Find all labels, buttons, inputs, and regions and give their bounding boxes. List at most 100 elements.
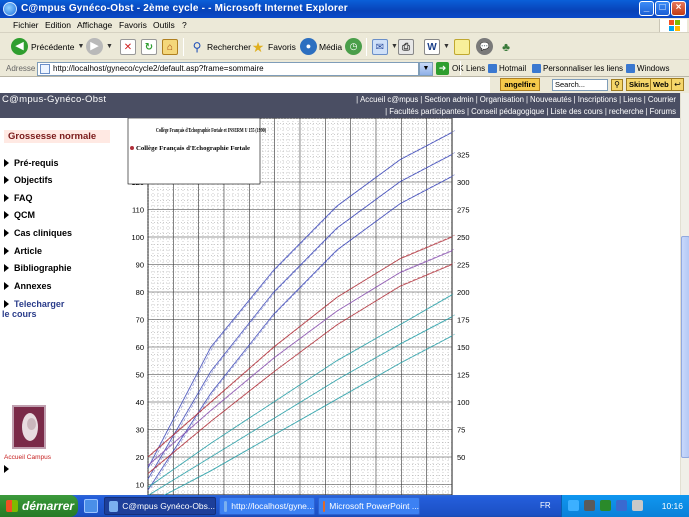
sidebar-item-annexes[interactable]: Annexes xyxy=(4,281,52,291)
scrollbar-thumb[interactable] xyxy=(681,236,689,458)
mail-button[interactable]: ✉ ▼ xyxy=(372,37,398,56)
section-title: Grossesse normale xyxy=(4,130,110,143)
start-label: démarrer xyxy=(22,499,75,513)
sidebar-item-objectifs[interactable]: Objectifs xyxy=(4,175,53,185)
task-localhost[interactable]: http://localhost/gyne... xyxy=(219,497,315,515)
y-right-tick-label: 175 xyxy=(457,316,470,325)
nav-link[interactable]: Nouveautés xyxy=(528,95,574,104)
security-icon[interactable] xyxy=(600,500,611,511)
stop-button[interactable]: ✕ xyxy=(120,37,136,56)
minimize-button[interactable]: _ xyxy=(639,1,654,16)
nav-link[interactable]: recherche xyxy=(607,107,646,116)
menu-favoris[interactable]: Favoris xyxy=(119,20,147,30)
nav-link[interactable]: Liste des cours xyxy=(548,107,604,116)
sidebar-item-qcm[interactable]: QCM xyxy=(4,210,35,220)
notes-button[interactable] xyxy=(454,37,470,56)
link-personnaliser-label: Personnaliser les liens xyxy=(543,64,624,73)
skins-button[interactable]: Skins xyxy=(626,78,653,91)
image-caption[interactable]: Accueil Campus xyxy=(4,454,51,461)
nav-link[interactable]: Conseil pédagogique xyxy=(469,107,546,116)
windows-flag-icon xyxy=(6,500,18,512)
tray-icon[interactable] xyxy=(632,500,643,511)
clock[interactable]: 10:16 xyxy=(662,501,683,511)
y-right-tick-label: 50 xyxy=(457,453,465,462)
media-button[interactable]: ● Média xyxy=(300,37,342,56)
nav-link[interactable]: Liens xyxy=(621,95,644,104)
address-input[interactable]: http://localhost/gyneco/cycle2/default.a… xyxy=(37,62,419,76)
nav-link[interactable]: Courrier xyxy=(646,95,678,104)
ie-icon xyxy=(3,2,17,16)
back-arrow-icon: ◀ xyxy=(11,38,28,55)
quick-launch-icon[interactable] xyxy=(84,499,98,513)
print-button[interactable]: ⎙ xyxy=(398,37,414,56)
forward-button[interactable]: ▶ ▼ xyxy=(86,37,113,56)
menu-outils[interactable]: Outils xyxy=(153,20,175,30)
link-windows[interactable]: Windows xyxy=(626,64,669,73)
menu-affichage[interactable]: Affichage xyxy=(77,20,112,30)
sidebar-item-label: FAQ xyxy=(14,193,33,203)
sidebar-item-faq[interactable]: FAQ xyxy=(4,193,33,203)
sidebar-item-label: Bibliographie xyxy=(14,263,72,273)
menu-fichier[interactable]: Fichier xyxy=(13,20,39,30)
sidebar-item-prerequis[interactable]: Pré-requis xyxy=(4,158,59,168)
chat-icon: 💬 xyxy=(476,38,493,55)
link-personnaliser[interactable]: Personnaliser les liens xyxy=(532,64,623,73)
search-label: Rechercher xyxy=(207,41,251,52)
toolbar-separator xyxy=(366,38,367,56)
history-button[interactable]: ◷ xyxy=(345,37,362,56)
research-button[interactable]: ♣ xyxy=(498,37,514,56)
y-right-tick-label: 275 xyxy=(457,206,470,215)
menu-edition[interactable]: Edition xyxy=(45,20,71,30)
y-left-tick-label: 100 xyxy=(131,233,144,242)
search-button[interactable]: ⚲ Rechercher xyxy=(189,37,251,56)
nav-link[interactable]: Organisation xyxy=(478,95,526,104)
y-left-tick-label: 110 xyxy=(132,206,144,215)
taskbar: démarrer C@mpus Gynéco-Obs... http://loc… xyxy=(0,495,689,517)
nav-link[interactable]: Forums xyxy=(648,107,678,116)
search-icon[interactable]: ⚲ xyxy=(611,79,623,91)
toolbar: ◀ Précédente ▼ ▶ ▼ ✕ ↻ ⌂ ⚲ Rechercher ★ … xyxy=(0,33,689,60)
download-label-line2[interactable]: le cours xyxy=(2,309,37,319)
angelfire-logo[interactable]: angelfire xyxy=(500,78,540,91)
dropdown-arrow-icon: ▼ xyxy=(443,43,450,50)
nav-link[interactable]: Facultés participantes xyxy=(387,107,467,116)
messenger-button[interactable]: 💬 xyxy=(476,37,493,56)
nav-link[interactable]: Inscriptions xyxy=(576,95,619,104)
menu-help[interactable]: ? xyxy=(182,20,187,30)
maximize-button[interactable]: □ xyxy=(655,1,670,16)
network-icon[interactable] xyxy=(568,500,579,511)
web-button[interactable]: Web xyxy=(650,78,672,91)
close-button[interactable]: × xyxy=(671,1,686,16)
sidebar-item-telecharger[interactable]: Telecharger xyxy=(4,299,64,309)
fetus-image[interactable] xyxy=(12,405,46,449)
site-subheader: | Facultés participantes | Conseil pédagogi… xyxy=(0,106,680,118)
sidebar-item-article[interactable]: Article xyxy=(4,246,42,256)
media-label: Média xyxy=(319,41,343,52)
print-icon: ⎙ xyxy=(398,38,414,55)
messenger-icon[interactable] xyxy=(616,500,627,511)
volume-icon[interactable] xyxy=(584,500,595,511)
refresh-button[interactable]: ↻ xyxy=(141,37,157,56)
sidebar-item-label: QCM xyxy=(14,210,35,220)
task-campus[interactable]: C@mpus Gynéco-Obs... xyxy=(104,497,216,515)
home-button[interactable]: ⌂ xyxy=(162,37,178,56)
favorites-button[interactable]: ★ Favoris xyxy=(250,37,296,56)
nav-link[interactable]: Section admin xyxy=(422,95,475,104)
task-powerpoint[interactable]: Microsoft PowerPoint ... xyxy=(318,497,420,515)
back-button[interactable]: ◀ Précédente ▼ xyxy=(11,37,84,56)
word-button[interactable]: W ▼ xyxy=(424,37,450,56)
back-label: Précédente xyxy=(31,41,75,52)
vertical-scrollbar[interactable] xyxy=(680,93,689,495)
sidebar-item-bibliographie[interactable]: Bibliographie xyxy=(4,263,72,273)
start-button[interactable]: démarrer xyxy=(0,495,78,517)
language-indicator[interactable]: FR xyxy=(540,501,551,510)
close-icon[interactable]: ↩ xyxy=(671,78,684,91)
sidebar-item-cas-cliniques[interactable]: Cas cliniques xyxy=(4,228,72,238)
address-dropdown-button[interactable]: ▼ xyxy=(419,62,433,76)
window-title: C@mpus Gynéco-Obst - 2ème cycle - - Micr… xyxy=(21,3,348,14)
angelfire-search-input[interactable]: Search... xyxy=(552,79,608,91)
nav-link[interactable]: Accueil c@mpus xyxy=(358,95,420,104)
window-title-bar[interactable]: C@mpus Gynéco-Obst - 2ème cycle - - Micr… xyxy=(0,0,689,18)
link-hotmail[interactable]: Hotmail xyxy=(488,64,526,73)
link-hotmail-label: Hotmail xyxy=(499,64,527,73)
